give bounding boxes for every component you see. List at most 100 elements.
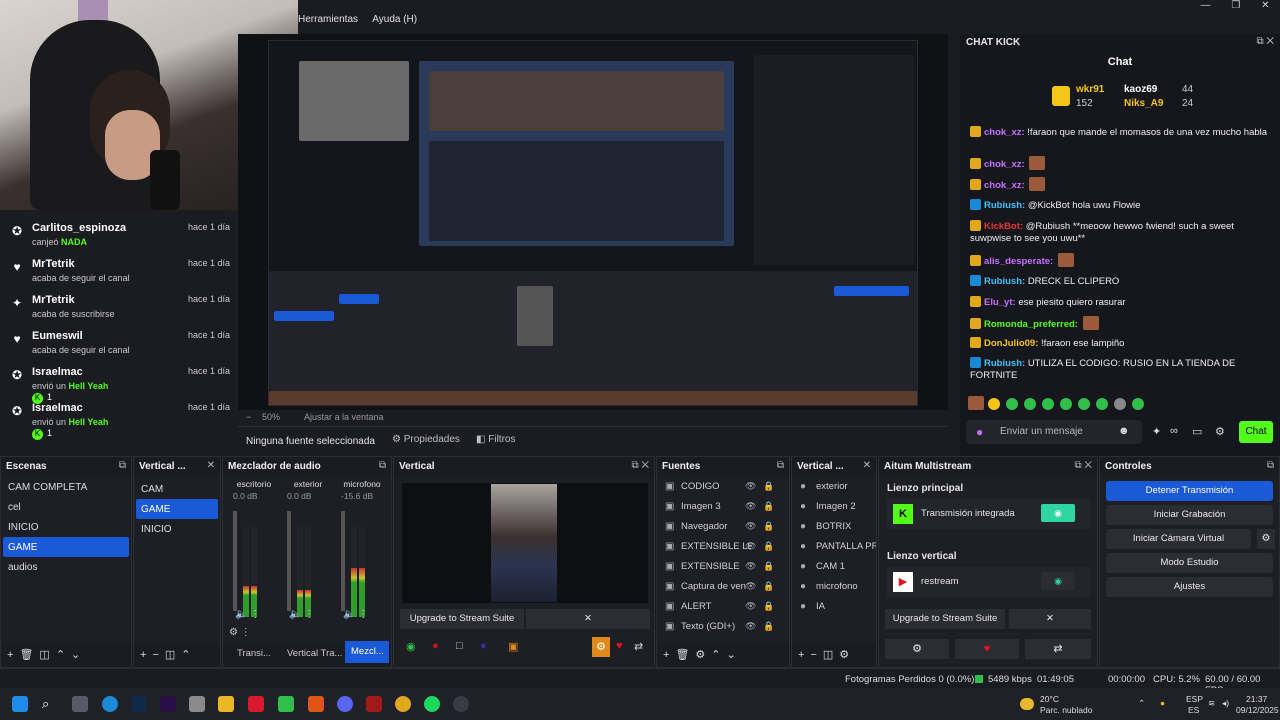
emote-icon[interactable] [1060,398,1072,410]
language-primary[interactable]: ESP [1186,694,1203,704]
up-icon[interactable]: ⌃ [181,648,190,661]
visibility-icon[interactable]: 👁 [745,481,756,492]
emote-icon[interactable] [1006,398,1018,410]
lock-icon[interactable]: 🔒 [763,561,774,572]
emote-icon[interactable] [1042,398,1054,410]
task-view-icon[interactable] [72,696,88,712]
store-icon[interactable] [189,696,205,712]
chat-username[interactable]: Rubiush: [984,358,1025,369]
vertical-scene-item[interactable]: INICIO [136,519,218,539]
emote-icon[interactable] [968,396,984,410]
menu-tools[interactable]: Herramientas [298,14,358,25]
mic-icon[interactable]: ● [976,425,983,439]
filter-icon[interactable]: ◫ [39,648,49,661]
stream-active-toggle[interactable]: ◉ [1041,504,1075,522]
language-secondary[interactable]: ES [1188,705,1199,715]
chat-username[interactable]: Rubiush: [984,200,1025,211]
emote-icon[interactable] [988,398,1000,410]
filters-button[interactable]: ◧ Filtros [476,434,515,445]
vertical-scene-item[interactable]: GAME [136,499,218,519]
emote-icon[interactable] [1114,398,1126,410]
lock-icon[interactable]: 🔒 [763,501,774,512]
backtrack-icon[interactable]: ● [480,640,494,654]
dock-float-icon[interactable]: ⧉ [1267,460,1274,471]
add-icon[interactable]: + [663,649,669,661]
search-icon[interactable]: ⌕ [42,696,58,712]
source-item[interactable]: ▣ EXTENSIBLE 👁 🔒 [657,557,789,577]
add-icon[interactable]: + [7,649,13,661]
dock-float-icon[interactable]: ⧉ [777,460,784,471]
add-icon[interactable]: + [798,649,804,661]
maximize-button[interactable]: ❐ [1231,0,1240,16]
chat-username[interactable]: chok_xz: [984,159,1025,170]
tab-vertical-transitions[interactable]: Vertical Tra... [287,648,342,659]
infinity-icon[interactable]: ∞ [1170,425,1178,437]
stream-icon[interactable]: ◉ [406,640,420,654]
down-icon[interactable]: ⌄ [71,648,80,661]
chrome-icon[interactable] [395,696,411,712]
chat-username[interactable]: KickBot: [984,221,1023,232]
settings-button[interactable]: Ajustes [1106,577,1273,597]
remove-icon[interactable]: − [152,649,158,661]
chat-send-button[interactable]: Chat [1239,421,1273,443]
volume-fader[interactable] [341,511,345,611]
chat-username[interactable]: alis_desperate: [984,256,1053,267]
tray-chevron-icon[interactable]: ⌃ [1138,698,1145,709]
heart-icon[interactable]: ♥ [955,639,1019,659]
photoshop-icon[interactable] [131,696,147,712]
tab-mixer[interactable]: Mezcl... [345,641,389,663]
chat-username[interactable]: DonJulio09: [984,338,1038,349]
scene-item[interactable]: INICIO [3,517,129,537]
mixer-settings-icon[interactable]: ⚙ ⋮ [229,627,251,638]
up-icon[interactable]: ⌃ [711,648,720,661]
emoji-icon[interactable]: ☻ [1118,425,1130,437]
spotify-icon[interactable] [424,696,440,712]
tab-transitions[interactable]: Transi... [237,648,271,659]
tray-app-icon[interactable]: ● [1160,698,1165,708]
lock-icon[interactable]: 🔒 [763,481,774,492]
virtual-camera-settings-icon[interactable]: ⚙ [1257,529,1275,549]
record-icon[interactable]: ● [432,640,446,654]
source-item[interactable]: ▣ EXTENSIBLE LE 👁 🔒 [657,537,789,557]
chat-settings-icon[interactable]: ⚙ [1215,425,1225,438]
remove-icon[interactable]: − [810,649,816,661]
chat-user-icon[interactable]: ▭ [1192,425,1202,438]
chat-username[interactable]: Romonda_preferred: [984,319,1078,330]
chat-username[interactable]: Elu_yt: [984,297,1016,308]
chat-username[interactable]: chok_xz: [984,180,1025,191]
brave-icon[interactable] [308,696,324,712]
discord-icon[interactable] [337,696,353,712]
filter-icon[interactable]: ◫ [165,648,175,661]
dismiss-upgrade-icon[interactable]: ✕ [1009,609,1091,629]
heart-icon[interactable]: ♥ [616,640,623,652]
app-icon[interactable] [248,696,264,712]
visibility-icon[interactable]: 👁 [745,521,756,532]
emote-icon[interactable] [1024,398,1036,410]
source-item[interactable]: ▣ ALERT 👁 🔒 [657,597,789,617]
menu-help[interactable]: Ayuda (H) [372,14,417,25]
minimize-button[interactable]: — [1200,0,1210,16]
close-icon[interactable]: ✕ [207,460,215,471]
speaker-icon[interactable]: 🔈 ⋮ [289,609,314,620]
lock-icon[interactable]: 🔒 [763,621,774,632]
start-virtual-camera-button[interactable]: Iniciar Cámara Virtual [1106,529,1251,549]
chat-dock-close-icon[interactable]: ⧉ ✕ [1256,36,1274,47]
lock-icon[interactable]: 🔒 [763,581,774,592]
trash-icon[interactable]: 🗑 [19,648,33,661]
lock-icon[interactable]: 🔒 [763,541,774,552]
chat-username[interactable]: Rubiush: [984,276,1025,287]
wifi-icon[interactable]: ≋ [1208,698,1215,709]
lock-icon[interactable]: 🔒 [763,601,774,612]
chat-input[interactable]: ● Enviar un mensaje ☻ [966,420,1142,444]
dock-float-icon[interactable]: ⧉ [379,460,386,471]
volume-icon[interactable]: ◂) [1222,698,1229,709]
vertical-scene-item[interactable]: CAM [136,479,218,499]
chat-username[interactable]: chok_xz: [984,127,1025,138]
lock-icon[interactable]: 🔒 [763,521,774,532]
vertical-source-item[interactable]: ● microfono [792,577,876,597]
gear-icon[interactable]: ⚙ [695,648,705,661]
emote-icon[interactable] [1078,398,1090,410]
close-icon[interactable]: ⧉ ✕ [1074,460,1092,471]
upgrade-button[interactable]: Upgrade to Stream Suite [400,609,524,629]
app-icon[interactable] [366,696,382,712]
